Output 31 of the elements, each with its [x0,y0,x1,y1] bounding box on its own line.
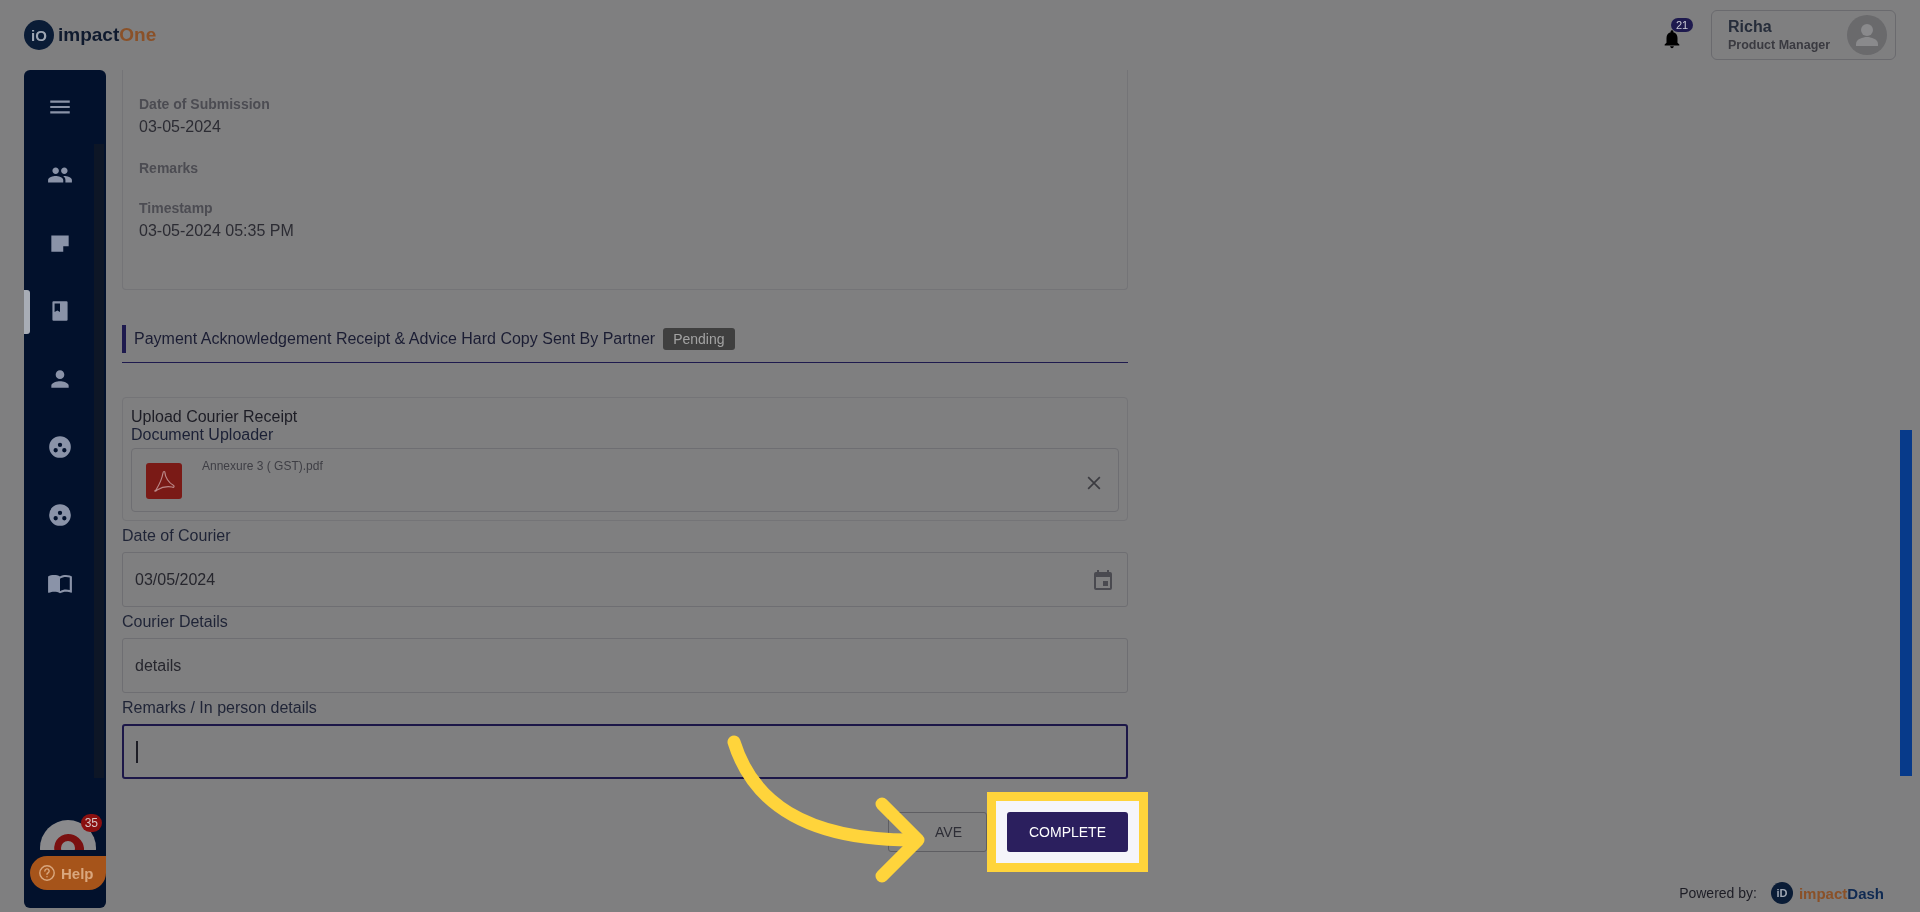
input-field[interactable]: details [122,638,1128,693]
file-name: Annexure 3 ( GST).pdf [202,459,323,473]
circles-icon[interactable] [47,502,73,528]
notification-count: 21 [1671,18,1694,32]
input-field[interactable] [122,724,1128,779]
question-icon [38,864,56,882]
circles-icon[interactable] [47,434,73,460]
section-title: Payment Acknowledgement Receipt & Advice Hard Copy Sent By Partner [134,330,656,348]
chat-count: 35 [80,814,102,832]
status-badge: Pending [663,328,735,350]
detail-value: 03-05-2024 05:35 PM [139,222,295,240]
text-cursor [136,740,138,763]
avatar-icon [1847,15,1887,55]
logo-text: impactDash [1798,884,1884,902]
pdf-icon [146,463,182,499]
user-menu[interactable]: Richa Product Manager [1711,10,1896,60]
detail-value: 03-05-2024 [139,118,222,136]
powered-by-label: Powered by: [1679,885,1757,901]
uploader-label: Document Uploader [131,426,275,444]
upload-title: Upload Courier Receipt [131,408,299,426]
complete-button[interactable]: COMPLETE [1007,812,1128,852]
logo-mark: iD [1770,882,1793,904]
active-item-marker [24,290,30,334]
field-label: Courier Details [122,613,229,631]
field-label: Date of Courier [122,527,232,545]
date-field[interactable]: 03/05/2024 [122,552,1128,607]
help-button[interactable]: Help [30,856,106,890]
logo-mark: iO [24,20,54,50]
field-label: Remarks / In person details [122,699,318,717]
save-button[interactable]: AVE [888,812,987,852]
logo-text: impactOne [58,24,157,46]
